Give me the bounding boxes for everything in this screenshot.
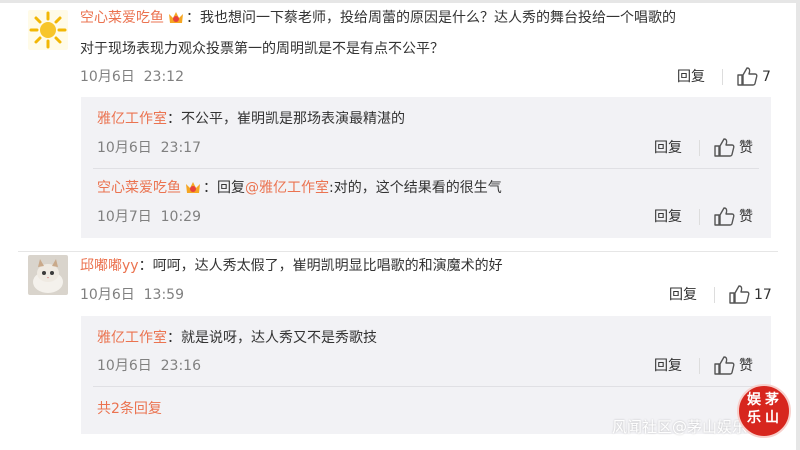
action-separator xyxy=(699,209,700,225)
stamp-char: 茅 xyxy=(765,392,779,408)
show-more-replies-link[interactable]: 共2条回复 xyxy=(97,399,162,419)
reply-divider xyxy=(93,168,759,169)
reply-time: 23:17 xyxy=(160,140,201,156)
action-separator xyxy=(722,69,723,85)
reply-divider xyxy=(93,386,759,387)
like-count[interactable]: 17 xyxy=(754,285,772,305)
reply-username[interactable]: 雅亿工作室 xyxy=(97,330,167,346)
reply-body: ：不公平，崔明凯是那场表演最精湛的 xyxy=(167,111,405,127)
reply-date: 10月6日 xyxy=(97,140,152,156)
reply-text: 空心菜爱吃鱼 ：回复@雅亿工作室:对的，这个结果看的很生气 xyxy=(97,177,502,199)
comment-date: 10月6日 xyxy=(80,287,135,303)
reply-button[interactable]: 回复 xyxy=(654,207,682,227)
stamp-char: 乐 xyxy=(747,410,761,426)
thumbs-up-icon[interactable] xyxy=(713,206,735,226)
stamp-char: 娱 xyxy=(747,392,761,408)
comment-body-line1: ：我也想问一下蔡老师，投给周蕾的原因是什么？达人秀的舞台投给一个唱歌的 xyxy=(186,10,676,26)
reply-timestamp: 10月6日 23:16 xyxy=(97,356,201,376)
reply-text: 雅亿工作室：不公平，崔明凯是那场表演最精湛的 xyxy=(97,108,405,130)
reply-button[interactable]: 回复 xyxy=(677,67,705,87)
like-button[interactable]: 赞 xyxy=(739,207,753,227)
comment-body-line1: ：呵呵，达人秀太假了，崔明凯明显比唱歌的和演魔术的好 xyxy=(138,258,503,274)
like-button[interactable]: 赞 xyxy=(739,356,753,376)
comment-timestamp: 10月6日 13:59 xyxy=(80,285,184,305)
action-separator xyxy=(699,358,700,374)
reply-body-suffix: :对的，这个结果看的很生气 xyxy=(329,180,502,196)
comment-timestamp: 10月6日 23:12 xyxy=(80,67,184,87)
top-frame-border xyxy=(0,0,800,3)
mention-link[interactable]: @雅亿工作室 xyxy=(245,180,329,196)
reply-button[interactable]: 回复 xyxy=(669,285,697,305)
vip-crown-badge-icon xyxy=(186,182,200,193)
reply-body-prefix: ：回复 xyxy=(203,180,245,196)
comment-username[interactable]: 邱嘟嘟yy xyxy=(80,258,139,274)
right-frame-border xyxy=(796,0,800,450)
user-avatar-kitten[interactable] xyxy=(28,255,68,295)
like-count[interactable]: 7 xyxy=(762,67,771,87)
stamp-char: 山 xyxy=(765,410,779,426)
comment-text: 邱嘟嘟yy：呵呵，达人秀太假了，崔明凯明显比唱歌的和演魔术的好 xyxy=(80,255,503,277)
comment-divider xyxy=(18,251,778,252)
comment-text: 空心菜爱吃鱼 ：我也想问一下蔡老师，投给周蕾的原因是什么？达人秀的舞台投给一个唱… xyxy=(80,7,676,29)
action-separator xyxy=(699,140,700,156)
reply-timestamp: 10月7日 10:29 xyxy=(97,207,201,227)
reply-username[interactable]: 雅亿工作室 xyxy=(97,111,167,127)
comment-time: 23:12 xyxy=(143,69,184,85)
reply-button[interactable]: 回复 xyxy=(654,356,682,376)
reply-body: ：就是说呀，达人秀又不是秀歌技 xyxy=(167,330,377,346)
watermark-stamp-logo: 娱 乐 茅 山 xyxy=(737,384,791,438)
vip-crown-badge-icon xyxy=(169,12,183,23)
comment-date: 10月6日 xyxy=(80,69,135,85)
comment-body-line2: 对于现场表现力观众投票第一的周明凯是不是有点不公平？ xyxy=(80,41,444,57)
thumbs-up-icon[interactable] xyxy=(728,284,750,304)
like-button[interactable]: 赞 xyxy=(739,138,753,158)
reply-text: 雅亿工作室：就是说呀，达人秀又不是秀歌技 xyxy=(97,327,377,349)
reply-date: 10月7日 xyxy=(97,209,152,225)
reply-time: 10:29 xyxy=(160,209,201,225)
reply-username[interactable]: 空心菜爱吃鱼 xyxy=(97,180,181,196)
watermark-text: 风闻社区@茅山娱乐 xyxy=(612,418,748,436)
comment-username[interactable]: 空心菜爱吃鱼 xyxy=(80,10,164,26)
user-avatar-sun[interactable] xyxy=(28,10,68,50)
action-separator xyxy=(714,287,715,303)
reply-timestamp: 10月6日 23:17 xyxy=(97,138,201,158)
reply-time: 23:16 xyxy=(160,358,201,374)
reply-date: 10月6日 xyxy=(97,358,152,374)
comment-time: 13:59 xyxy=(143,287,184,303)
thumbs-up-icon[interactable] xyxy=(713,137,735,157)
thumbs-up-icon[interactable] xyxy=(713,355,735,375)
reply-button[interactable]: 回复 xyxy=(654,138,682,158)
thumbs-up-icon[interactable] xyxy=(736,66,758,86)
